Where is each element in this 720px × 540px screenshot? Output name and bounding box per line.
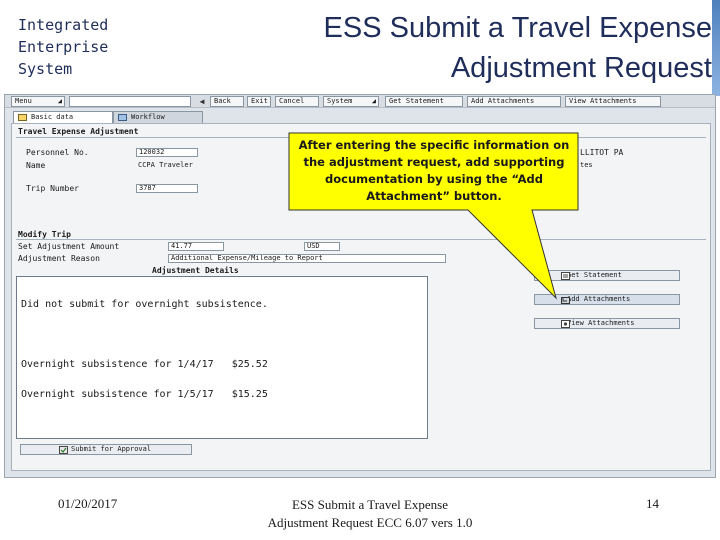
footer-line-2: Adjustment Request ECC 6.07 vers 1.0 xyxy=(267,515,473,530)
group-divider xyxy=(16,239,706,240)
get-statement-button[interactable]: Get Statement xyxy=(385,96,463,107)
name-label: Name xyxy=(26,161,46,170)
slide-title: ESS Submit a Travel Expense Adjustment R… xyxy=(230,8,712,88)
command-field[interactable] xyxy=(69,96,191,107)
menu-button-label: Menu xyxy=(15,97,32,105)
workflow-icon xyxy=(118,114,127,121)
submit-for-approval-button[interactable]: Submit for Approval xyxy=(20,444,192,455)
reason-select-value: Additional Expense/Mileage to Report xyxy=(171,254,323,262)
footer-date: 01/20/2017 xyxy=(58,496,118,511)
tab-workflow[interactable]: Workflow xyxy=(113,111,203,123)
tab-basic-data[interactable]: Basic data xyxy=(13,111,113,123)
callout-text: After entering the specific information … xyxy=(298,138,570,203)
reason-label: Adjustment Reason xyxy=(18,254,100,263)
sap-toolbar: Menu ◢ ◀ Back Exit Cancel System ◢ Get S… xyxy=(5,95,715,108)
back-button[interactable]: Back xyxy=(210,96,244,107)
detail-line-1: Did not submit for overnight subsistence… xyxy=(21,299,268,310)
dropdown-icon: ◢ xyxy=(57,97,62,105)
adjustment-details-label: Adjustment Details xyxy=(152,266,239,275)
footer-page-number: 14 xyxy=(646,496,659,511)
right-info-2: tes xyxy=(580,161,593,169)
org-name: Integrated Enterprise System xyxy=(18,14,158,80)
add-attachments-side-button[interactable]: Add Attachments xyxy=(534,294,680,305)
add-attachments-button[interactable]: Add Attachments xyxy=(467,96,561,107)
footer-center: ESS Submit a Travel Expense Adjustment R… xyxy=(230,496,510,532)
dropdown-icon: ◢ xyxy=(371,97,376,105)
right-info-1: LLITOT PA xyxy=(580,148,624,157)
system-button[interactable]: System ◢ xyxy=(323,96,379,107)
paperclip-icon xyxy=(561,297,570,304)
org-line-1: Integrated xyxy=(18,16,109,34)
tab-workflow-label: Workflow xyxy=(131,113,165,121)
view-attachments-button[interactable]: View Attachments xyxy=(565,96,661,107)
menu-button[interactable]: Menu ◢ xyxy=(11,96,65,107)
document-icon xyxy=(18,114,27,121)
travel-adjustment-group-title: Travel Expense Adjustment xyxy=(18,127,139,136)
add-attachments-side-label: Add Attachments xyxy=(567,295,631,303)
submit-for-approval-label: Submit for Approval xyxy=(71,445,152,453)
detail-line-3: Overnight subsistence for 1/4/17 $25.52 xyxy=(21,359,268,370)
detail-line-4: Overnight subsistence for 1/5/17 $15.25 xyxy=(21,389,268,400)
submit-icon xyxy=(59,446,68,454)
footer-line-1: ESS Submit a Travel Expense xyxy=(291,497,448,512)
amount-input[interactable]: 41.77 xyxy=(168,242,224,251)
cancel-button[interactable]: Cancel xyxy=(275,96,319,107)
org-line-3: System xyxy=(18,60,73,78)
adjustment-details-textarea[interactable]: Did not submit for overnight subsistence… xyxy=(16,276,428,439)
system-button-label: System xyxy=(327,97,353,105)
slide-title-line-1: ESS Submit a Travel Expense xyxy=(323,12,712,44)
currency-field: USD xyxy=(304,242,340,251)
view-attachments-side-button[interactable]: View Attachments xyxy=(534,318,680,329)
personnel-field: 120032 xyxy=(136,148,198,157)
trip-number-label: Trip Number xyxy=(26,184,79,193)
name-value: CCPA Traveler xyxy=(138,161,193,169)
detail-line-2 xyxy=(21,330,423,340)
trip-number-field: 3787 xyxy=(136,184,198,193)
modify-trip-group-title: Modify Trip xyxy=(18,230,71,239)
title-accent-bar xyxy=(712,0,720,96)
amount-label: Set Adjustment Amount xyxy=(18,242,120,251)
back-arrow-icon[interactable]: ◀ xyxy=(197,96,207,107)
personnel-label: Personnel No. xyxy=(26,148,89,157)
org-line-2: Enterprise xyxy=(18,38,109,56)
view-attachments-side-label: View Attachments xyxy=(567,319,635,327)
statement-icon xyxy=(561,272,570,280)
tab-basic-data-label: Basic data xyxy=(31,113,74,121)
slide-title-line-2: Adjustment Request xyxy=(450,52,712,84)
get-statement-side-button[interactable]: Get Statement xyxy=(534,270,680,281)
get-statement-side-label: Get Statement xyxy=(567,271,622,279)
view-icon xyxy=(561,320,570,328)
reason-select[interactable]: Additional Expense/Mileage to Report xyxy=(168,254,446,263)
exit-button[interactable]: Exit xyxy=(247,96,271,107)
